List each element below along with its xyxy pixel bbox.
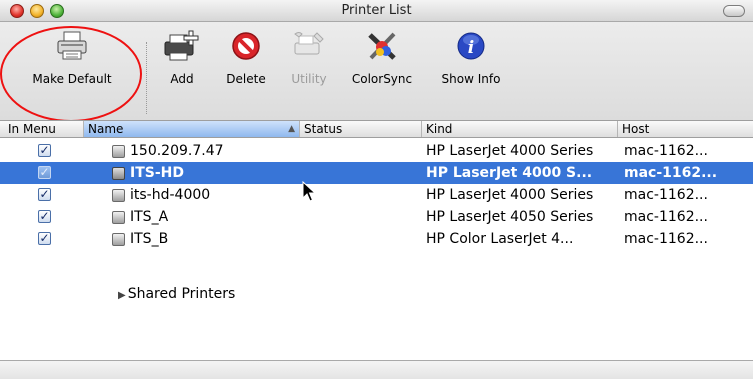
- in-menu-checkbox[interactable]: ✓: [38, 210, 51, 223]
- printer-row[interactable]: ✓ 150.209.7.47 HP LaserJet 4000 Series m…: [0, 140, 753, 162]
- status-bar: [0, 360, 753, 379]
- in-menu-checkbox[interactable]: ✓: [38, 232, 51, 245]
- printer-kind: HP LaserJet 4050 Series: [426, 209, 594, 225]
- show-info-label: Show Info: [441, 72, 501, 86]
- printer-name: ITS_B: [130, 231, 169, 247]
- toolbar-toggle-button[interactable]: [723, 5, 745, 17]
- printer-host: mac-1162...: [624, 231, 708, 247]
- highlight-annotation: [0, 26, 142, 122]
- printer-kind: HP LaserJet 4000 S...: [426, 165, 593, 181]
- add-label: Add: [170, 72, 194, 86]
- printer-name: 150.209.7.47: [130, 143, 224, 159]
- column-header-host[interactable]: Host: [618, 121, 753, 137]
- utility-button[interactable]: Utility: [284, 30, 334, 86]
- printer-row-selected[interactable]: ✓ ITS-HD HP LaserJet 4000 S... mac-1162.…: [0, 162, 753, 184]
- printer-queue-icon: [112, 145, 125, 158]
- shared-printers-group[interactable]: ▶ Shared Printers: [118, 283, 235, 305]
- printer-host: mac-1162...: [624, 187, 708, 203]
- printer-host: mac-1162...: [624, 165, 718, 181]
- printer-queue-icon: [112, 189, 125, 202]
- add-button[interactable]: Add: [160, 30, 204, 86]
- column-header-name-label: Name: [88, 122, 124, 136]
- colorsync-icon: [368, 32, 396, 60]
- column-header-bar: In Menu Name ▲ Status Kind Host: [0, 120, 753, 138]
- in-menu-checkbox[interactable]: ✓: [38, 144, 51, 157]
- printer-kind: HP LaserJet 4000 Series: [426, 187, 594, 203]
- utility-icon: [294, 32, 324, 55]
- printer-row[interactable]: ✓ ITS_B HP Color LaserJet 4... mac-1162.…: [0, 228, 753, 250]
- colorsync-button[interactable]: ColorSync: [342, 30, 422, 86]
- column-header-name[interactable]: Name ▲: [84, 121, 300, 137]
- delete-label: Delete: [226, 72, 266, 86]
- printer-name: its-hd-4000: [130, 187, 211, 203]
- column-header-in-menu[interactable]: In Menu: [0, 121, 84, 137]
- printer-queue-icon: [112, 211, 125, 224]
- printer-kind: HP LaserJet 4000 Series: [426, 143, 594, 159]
- disclosure-triangle-icon[interactable]: ▶: [118, 285, 126, 307]
- window-title: Printer List: [341, 3, 412, 18]
- svg-text:i: i: [468, 38, 474, 58]
- printer-row[interactable]: ✓ its-hd-4000 HP LaserJet 4000 Series ma…: [0, 184, 753, 206]
- printer-host: mac-1162...: [624, 209, 708, 225]
- colorsync-label: ColorSync: [351, 72, 413, 86]
- column-header-status[interactable]: Status: [300, 121, 422, 137]
- info-icon: i: [457, 32, 485, 60]
- printer-host: mac-1162...: [624, 143, 708, 159]
- column-header-kind[interactable]: Kind: [422, 121, 618, 137]
- printer-list: ✓ 150.209.7.47 HP LaserJet 4000 Series m…: [0, 138, 753, 360]
- printer-queue-icon: [112, 233, 125, 246]
- toolbar-separator: [146, 42, 147, 114]
- utility-label: Utility: [291, 72, 327, 86]
- add-printer-icon: [164, 30, 199, 61]
- in-menu-checkbox[interactable]: ✓: [38, 166, 51, 179]
- title-bar: Printer List: [0, 0, 753, 22]
- printer-name: ITS_A: [130, 209, 169, 225]
- mouse-cursor-icon: [302, 181, 316, 202]
- show-info-button[interactable]: i Show Info: [436, 30, 506, 86]
- printer-name: ITS-HD: [130, 165, 184, 181]
- sort-ascending-icon: ▲: [288, 124, 295, 134]
- in-menu-checkbox[interactable]: ✓: [38, 188, 51, 201]
- printer-queue-icon: [112, 167, 125, 180]
- printer-kind: HP Color LaserJet 4...: [426, 231, 574, 247]
- shared-printers-label: Shared Printers: [127, 286, 236, 302]
- delete-button[interactable]: Delete: [218, 30, 274, 86]
- delete-icon: [232, 32, 260, 60]
- printer-row[interactable]: ✓ ITS_A HP LaserJet 4050 Series mac-1162…: [0, 206, 753, 228]
